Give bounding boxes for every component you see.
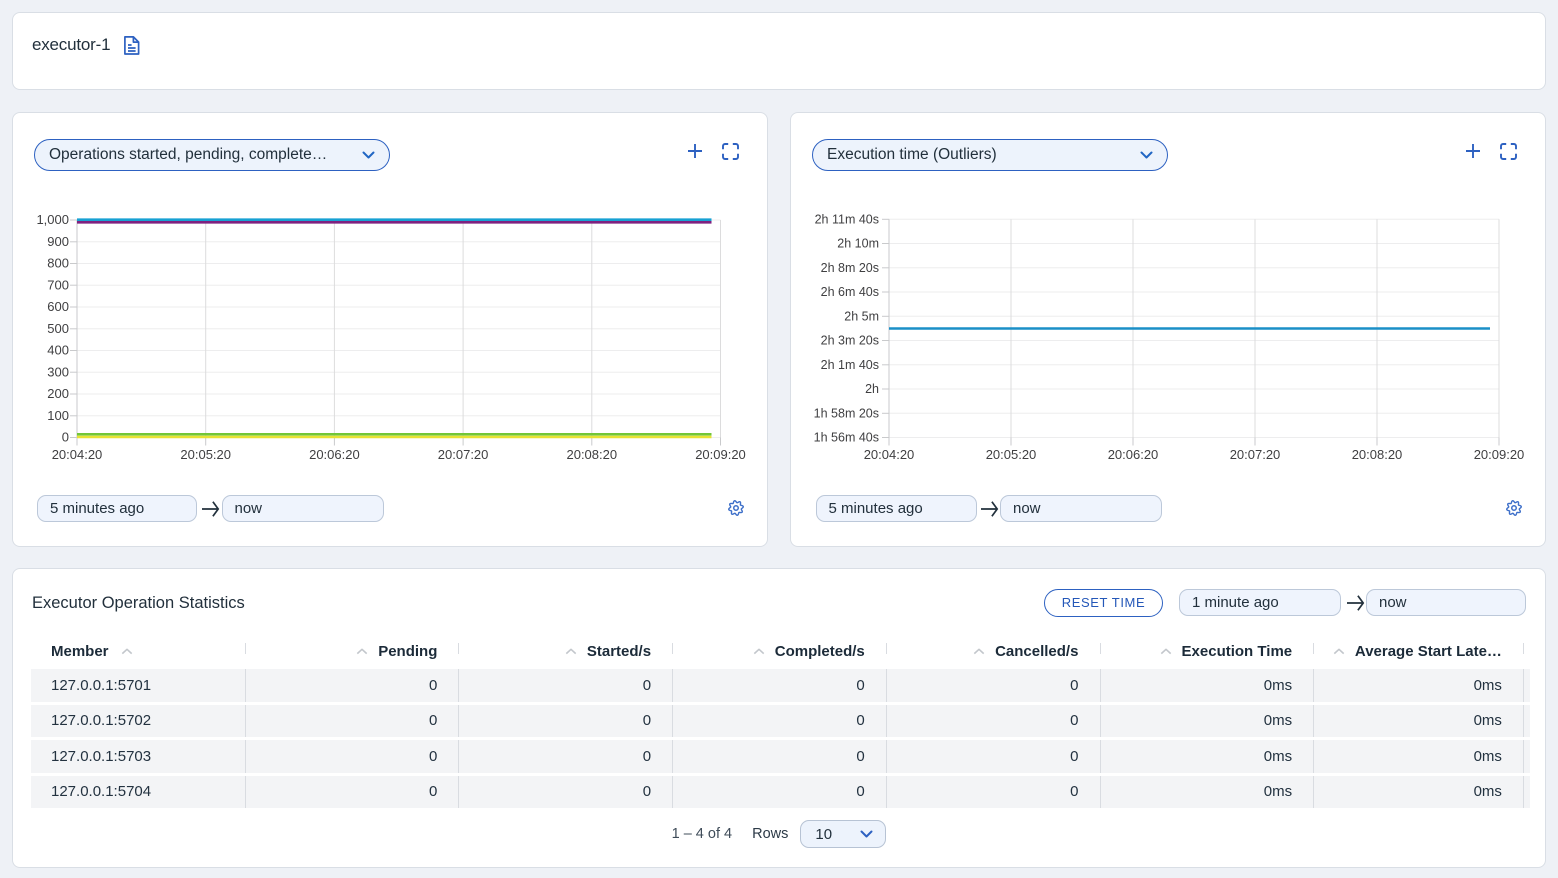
svg-text:20:04:20: 20:04:20 [52,447,103,462]
svg-text:20:05:20: 20:05:20 [180,447,231,462]
svg-text:300: 300 [47,364,69,379]
svg-text:20:05:20: 20:05:20 [986,447,1037,462]
svg-text:2h 1m 40s: 2h 1m 40s [821,358,879,372]
svg-text:1h 58m 20s: 1h 58m 20s [814,407,879,421]
svg-text:20:09:20: 20:09:20 [695,447,746,462]
svg-text:1h 56m 40s: 1h 56m 40s [814,431,879,445]
svg-text:2h 6m 40s: 2h 6m 40s [821,285,879,299]
svg-text:800: 800 [47,256,69,271]
svg-text:2h: 2h [865,382,879,396]
svg-text:0: 0 [62,430,69,445]
svg-text:20:08:20: 20:08:20 [566,447,617,462]
svg-text:400: 400 [47,343,69,358]
svg-text:600: 600 [47,299,69,314]
svg-text:2h 8m 20s: 2h 8m 20s [821,261,879,275]
svg-text:1,000: 1,000 [36,212,69,227]
svg-text:20:06:20: 20:06:20 [309,447,360,462]
svg-text:20:04:20: 20:04:20 [864,447,915,462]
svg-text:20:07:20: 20:07:20 [438,447,489,462]
svg-text:2h 5m: 2h 5m [844,310,879,324]
svg-text:500: 500 [47,321,69,336]
svg-text:2h 3m 20s: 2h 3m 20s [821,334,879,348]
svg-text:900: 900 [47,234,69,249]
svg-text:20:06:20: 20:06:20 [1108,447,1159,462]
svg-text:200: 200 [47,386,69,401]
svg-text:20:07:20: 20:07:20 [1230,447,1281,462]
svg-text:2h 10m: 2h 10m [837,237,879,251]
svg-text:20:09:20: 20:09:20 [1474,447,1525,462]
svg-text:100: 100 [47,408,69,423]
svg-text:20:08:20: 20:08:20 [1352,447,1403,462]
svg-text:700: 700 [47,277,69,292]
svg-text:2h 11m 40s: 2h 11m 40s [815,213,879,227]
